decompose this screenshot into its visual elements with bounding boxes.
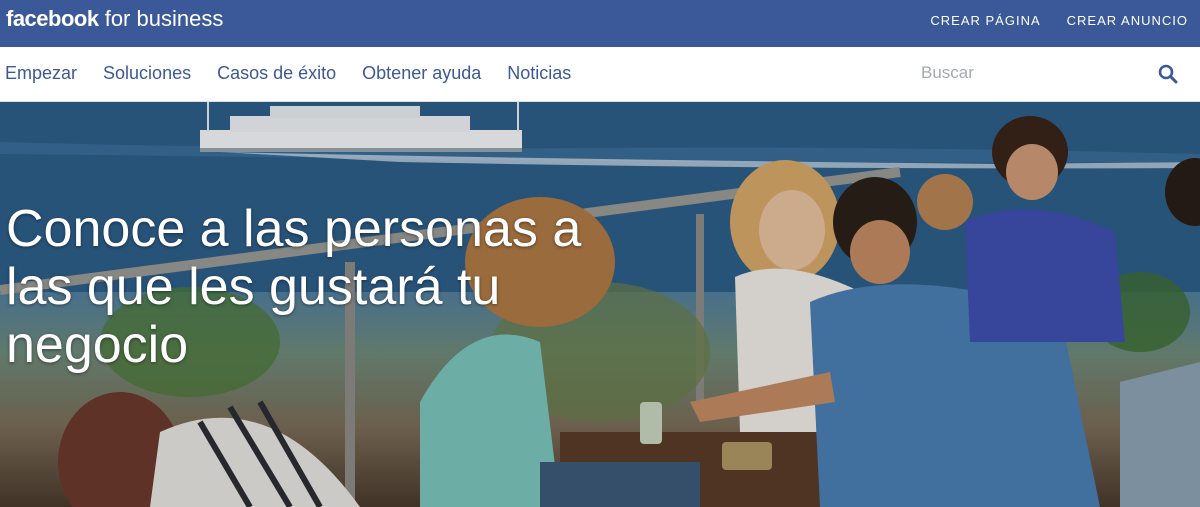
logo-brand-text: facebook <box>6 6 99 31</box>
nav-item-obtener-ayuda[interactable]: Obtener ayuda <box>362 62 481 84</box>
header-actions: CREAR PÁGINA CREAR ANUNCIO <box>930 12 1188 30</box>
search-input[interactable] <box>915 57 1157 89</box>
nav-item-casos-de-exito[interactable]: Casos de éxito <box>217 62 336 84</box>
nav-items: Empezar Soluciones Casos de éxito Obtene… <box>5 62 571 84</box>
hero-banner: Conoce a las personas a las que les gust… <box>0 102 1200 507</box>
search-icon[interactable] <box>1158 64 1178 84</box>
create-ad-link[interactable]: CREAR ANUNCIO <box>1067 12 1188 30</box>
logo-suffix-text: for business <box>98 6 224 31</box>
search-box <box>915 57 1185 91</box>
nav-item-empezar[interactable]: Empezar <box>5 62 77 84</box>
main-navigation: Empezar Soluciones Casos de éxito Obtene… <box>0 47 1200 102</box>
nav-item-soluciones[interactable]: Soluciones <box>103 62 191 84</box>
hero-headline: Conoce a las personas a las que les gust… <box>6 200 582 374</box>
facebook-for-business-logo[interactable]: facebook for business <box>6 5 223 33</box>
top-header-bar: facebook for business CREAR PÁGINA CREAR… <box>0 0 1200 47</box>
nav-item-noticias[interactable]: Noticias <box>507 62 571 84</box>
create-page-link[interactable]: CREAR PÁGINA <box>930 12 1040 30</box>
